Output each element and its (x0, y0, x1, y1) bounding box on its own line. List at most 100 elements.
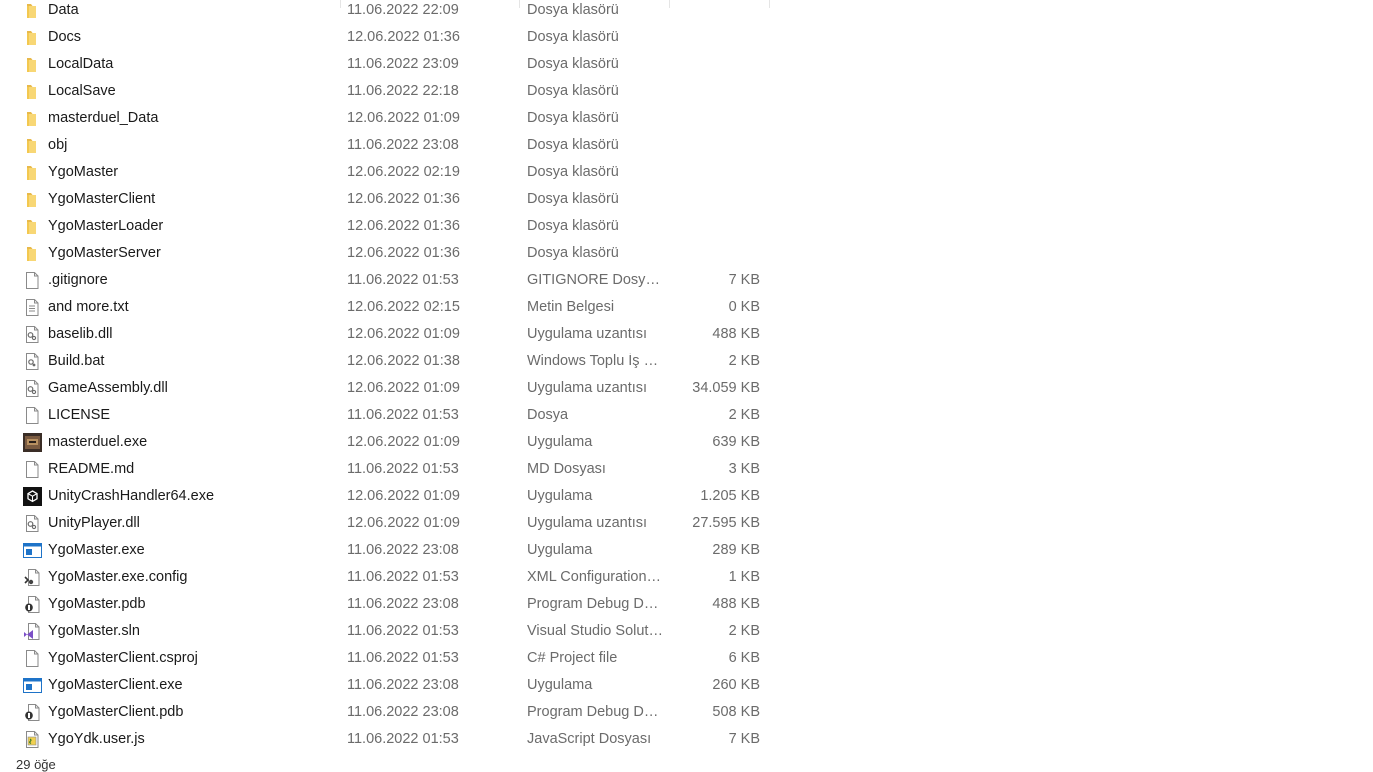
file-row[interactable]: UnityPlayer.dll 12.06.2022 01:09 Uygulama … (0, 510, 800, 537)
file-row[interactable]: UnityCrashHandler64.exe 12.06.2022 01:09 U… (0, 483, 800, 510)
dll-file-icon (22, 325, 42, 344)
file-size: 7 KB (728, 272, 760, 288)
folder-icon (22, 55, 42, 74)
file-name: LocalSave (48, 83, 116, 99)
file-row[interactable]: YgoMaster 12.06.2022 02:19 Dosya klasörü (0, 159, 800, 186)
file-row[interactable]: obj 11.06.2022 23:08 Dosya klasörü (0, 132, 800, 159)
file-size: 508 KB (712, 704, 760, 720)
file-date-modified: 11.06.2022 22:09 (347, 2, 459, 18)
file-row[interactable]: YgoMasterServer 12.06.2022 01:36 Dosya kla… (0, 240, 800, 267)
file-row[interactable]: LocalSave 11.06.2022 22:18 Dosya klasörü (0, 78, 800, 105)
file-type: Dosya klasörü (527, 29, 619, 45)
file-date-modified: 11.06.2022 23:09 (347, 56, 459, 72)
file-name: YgoMaster (48, 164, 119, 180)
file-size: 7 KB (728, 731, 760, 747)
file-type: Dosya klasörü (527, 110, 619, 126)
file-type: Uygulama uzantısı (527, 515, 648, 531)
file-name: GameAssembly.dll (48, 380, 168, 396)
pdb-file-icon (22, 703, 42, 722)
file-row[interactable]: YgoMasterClient.pdb 11.06.2022 23:08 Progr… (0, 699, 800, 726)
file-type: Dosya klasörü (527, 83, 619, 99)
file-name: LocalData (48, 56, 114, 72)
file-date-modified: 12.06.2022 01:09 (347, 326, 460, 342)
config-file-icon (22, 568, 42, 587)
file-type: GITIGNORE Dosyası (527, 272, 663, 288)
file-name: Docs (48, 29, 82, 45)
file-row[interactable]: Data 11.06.2022 22:09 Dosya klasörü (0, 0, 800, 24)
file-type: Dosya klasörü (527, 2, 619, 18)
file-row[interactable]: YgoMasterClient.exe 11.06.2022 23:08 Uygul… (0, 672, 800, 699)
file-row[interactable]: baselib.dll 12.06.2022 01:09 Uygulama uzan… (0, 321, 800, 348)
file-date-modified: 11.06.2022 01:53 (347, 623, 459, 639)
file-size: 488 KB (712, 596, 760, 612)
file-date-modified: 12.06.2022 01:09 (347, 380, 460, 396)
file-row[interactable]: YgoYdk.user.js 11.06.2022 01:53 JavaScript… (0, 726, 800, 753)
file-type: Metin Belgesi (527, 299, 615, 315)
dll-file-icon (22, 514, 42, 533)
file-name: baselib.dll (48, 326, 113, 342)
file-name: YgoMaster.sln (48, 623, 140, 639)
file-date-modified: 11.06.2022 23:08 (347, 137, 459, 153)
dll-file-icon (22, 379, 42, 398)
file-date-modified: 11.06.2022 01:53 (347, 569, 459, 585)
pdb-file-icon (22, 595, 42, 614)
file-date-modified: 11.06.2022 23:08 (347, 677, 459, 693)
file-date-modified: 12.06.2022 01:09 (347, 515, 460, 531)
file-name: Build.bat (48, 353, 105, 369)
file-date-modified: 12.06.2022 02:15 (347, 299, 460, 315)
file-size: 34.059 KB (692, 380, 760, 396)
file-row[interactable]: .gitignore 11.06.2022 01:53 GITIGNORE Dosy… (0, 267, 800, 294)
file-name: YgoMaster.exe (48, 542, 145, 558)
file-row[interactable]: YgoMaster.exe.config 11.06.2022 01:53 XML … (0, 564, 800, 591)
file-row[interactable]: masterduel.exe 12.06.2022 01:09 Uygulama 63… (0, 429, 800, 456)
file-name: YgoMaster.exe.config (48, 569, 188, 585)
file-type: Program Debug D… (527, 704, 659, 720)
folder-icon (22, 163, 42, 182)
file-name: obj (48, 137, 68, 153)
file-type: Dosya klasörü (527, 191, 619, 207)
file-type: Uygulama (527, 434, 593, 450)
file-row[interactable]: masterduel_Data 12.06.2022 01:09 Dosya kla… (0, 105, 800, 132)
file-date-modified: 11.06.2022 01:53 (347, 407, 459, 423)
file-type: XML Configuration… (527, 569, 662, 585)
folder-icon (22, 1, 42, 20)
file-row[interactable]: YgoMasterClient 12.06.2022 01:36 Dosya kla… (0, 186, 800, 213)
file-size: 289 KB (712, 542, 760, 558)
file-name: LICENSE (48, 407, 111, 423)
file-row[interactable]: README.md 11.06.2022 01:53 MD Dosyası 3 KB (0, 456, 800, 483)
file-row[interactable]: Docs 12.06.2022 01:36 Dosya klasörü (0, 24, 800, 51)
file-row[interactable]: LocalData 11.06.2022 23:09 Dosya klasörü (0, 51, 800, 78)
file-size: 6 KB (728, 650, 760, 666)
file-date-modified: 11.06.2022 01:53 (347, 731, 459, 747)
file-row[interactable]: YgoMaster.exe 11.06.2022 23:08 Uygulama 289… (0, 537, 800, 564)
file-date-modified: 12.06.2022 01:09 (347, 434, 460, 450)
file-size: 639 KB (712, 434, 760, 450)
file-row[interactable]: and more.txt 12.06.2022 02:15 Metin Belges… (0, 294, 800, 321)
game-app-icon (22, 433, 42, 452)
js-file-icon (22, 730, 42, 749)
file-size: 1 KB (728, 569, 760, 585)
file-date-modified: 12.06.2022 02:19 (347, 164, 460, 180)
folder-icon (22, 244, 42, 263)
file-type: JavaScript Dosyası (527, 731, 652, 747)
file-date-modified: 12.06.2022 01:09 (347, 488, 460, 504)
file-name: masterduel.exe (48, 434, 148, 450)
window-app-icon (22, 541, 42, 560)
file-row[interactable]: YgoMasterClient.csproj 11.06.2022 01:53 C#… (0, 645, 800, 672)
file-row[interactable]: YgoMasterLoader 12.06.2022 01:36 Dosya kla… (0, 213, 800, 240)
file-name: UnityCrashHandler64.exe (48, 488, 215, 504)
file-type: Dosya klasörü (527, 164, 619, 180)
file-row[interactable]: GameAssembly.dll 12.06.2022 01:09 Uygulama… (0, 375, 800, 402)
file-size: 260 KB (712, 677, 760, 693)
file-name: YgoMasterClient.exe (48, 677, 183, 693)
blank-file-icon (22, 649, 42, 668)
file-row[interactable]: Build.bat 12.06.2022 01:38 Windows Toplu İ… (0, 348, 800, 375)
file-size: 27.595 KB (692, 515, 760, 531)
file-name: UnityPlayer.dll (48, 515, 140, 531)
file-row[interactable]: YgoMaster.pdb 11.06.2022 23:08 Program Deb… (0, 591, 800, 618)
file-row[interactable]: LICENSE 11.06.2022 01:53 Dosya 2 KB (0, 402, 800, 429)
file-row[interactable]: YgoMaster.sln 11.06.2022 01:53 Visual Stud… (0, 618, 800, 645)
text-file-icon (22, 298, 42, 317)
unity-app-icon (22, 487, 42, 506)
vs-solution-icon (22, 622, 42, 641)
